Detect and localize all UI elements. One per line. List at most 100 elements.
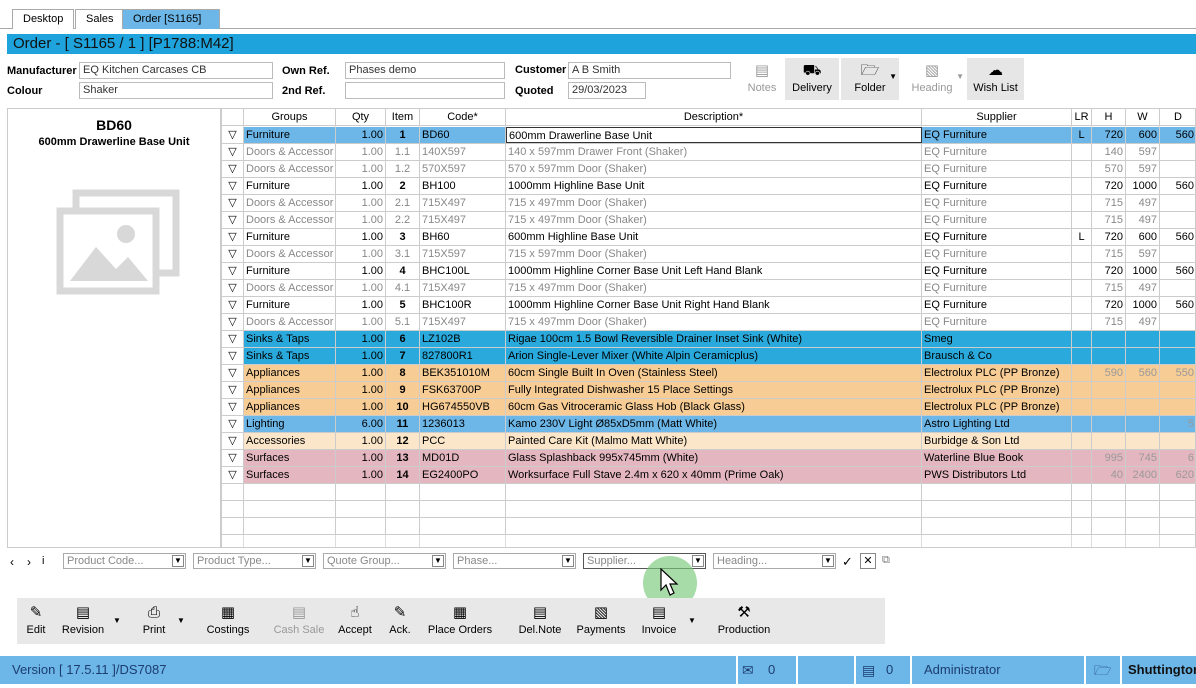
cell-i[interactable]: 14 [386, 467, 420, 483]
cell-s[interactable]: Electrolux PLC (PP Bronze) [922, 399, 1072, 415]
cell-d[interactable]: 1000mm Highline Corner Base Unit Right H… [506, 297, 922, 313]
cell-lr[interactable]: L [1072, 127, 1092, 143]
cell-d[interactable]: Kamo 230V Light Ø85xD5mm (Matt White) [506, 416, 922, 432]
table-row[interactable]: ▽ Sinks & Taps 1.00 7 827800R1 Arion Single-L… [222, 348, 1195, 365]
cell-h[interactable]: 570 [1092, 161, 1126, 177]
cell-c[interactable]: HG674550VB [420, 399, 506, 415]
print-dropdown-icon[interactable]: ▼ [177, 616, 185, 625]
cell-w[interactable]: 745 [1126, 450, 1160, 466]
cell-lr[interactable]: L [1072, 229, 1092, 245]
cell-w[interactable]: 2400 [1126, 467, 1160, 483]
next-icon[interactable]: › [27, 555, 31, 569]
colour-field[interactable]: Shaker [79, 82, 273, 99]
product-code-filter[interactable]: Product Code... ▼ [63, 553, 186, 569]
cell-d[interactable]: 60cm Single Built In Oven (Stainless Ste… [506, 365, 922, 381]
cell-dp[interactable] [1160, 195, 1195, 211]
header-d[interactable]: D [1160, 109, 1195, 126]
cell-q[interactable]: 1.00 [336, 399, 386, 415]
cell-d[interactable]: 1000mm Highline Base Unit [506, 178, 922, 194]
cell-g[interactable]: Surfaces [244, 450, 336, 466]
table-row[interactable]: ▽ Sinks & Taps 1.00 6 LZ102B Rigae 100cm 1.5 … [222, 331, 1195, 348]
cell-dp[interactable] [1160, 161, 1195, 177]
cell-q[interactable]: 1.00 [336, 382, 386, 398]
cell-s[interactable]: EQ Furniture [922, 178, 1072, 194]
cell-i[interactable]: 7 [386, 348, 420, 364]
cell-h[interactable]: 720 [1092, 229, 1126, 245]
cell-dp[interactable]: 620 [1160, 467, 1195, 483]
cell-g[interactable]: Sinks & Taps [244, 331, 336, 347]
notes-button[interactable]: ▤ Notes [743, 58, 781, 100]
cell-s[interactable]: EQ Furniture [922, 280, 1072, 296]
cell-w[interactable] [1126, 399, 1160, 415]
cell-d[interactable]: Arion Single-Lever Mixer (White Alpin Ce… [506, 348, 922, 364]
clear-filter-close-icon[interactable]: ✕ [860, 553, 876, 569]
cell-d[interactable]: Rigae 100cm 1.5 Bowl Reversible Drainer … [506, 331, 922, 347]
chevron-down-icon[interactable]: ▼ [432, 555, 444, 567]
cell-i[interactable]: 12 [386, 433, 420, 449]
cell-i[interactable]: 9 [386, 382, 420, 398]
cell-dp[interactable] [1160, 280, 1195, 296]
cell-h[interactable]: 995 [1092, 450, 1126, 466]
cell-lr[interactable] [1072, 450, 1092, 466]
cell-q[interactable]: 1.00 [336, 212, 386, 228]
cell-lr[interactable] [1072, 331, 1092, 347]
cell-s[interactable]: EQ Furniture [922, 212, 1072, 228]
cell-g[interactable]: Furniture [244, 297, 336, 313]
product-type-filter[interactable]: Product Type... ▼ [193, 553, 316, 569]
cell-dp[interactable] [1160, 314, 1195, 330]
cell-c[interactable]: BH60 [420, 229, 506, 245]
header-w[interactable]: W [1126, 109, 1160, 126]
chevron-down-icon[interactable]: ▼ [692, 555, 704, 567]
cell-i[interactable]: 11 [386, 416, 420, 432]
cell-c[interactable]: 140X597 [420, 144, 506, 160]
cell-s[interactable]: EQ Furniture [922, 297, 1072, 313]
table-row[interactable]: ▽ Doors & Accessor 1.00 1.2 570X597 570 x 597… [222, 161, 1195, 178]
table-row[interactable]: ▽ Appliances 1.00 10 HG674550VB 60cm Gas Vitr… [222, 399, 1195, 416]
table-row[interactable]: ▽ Surfaces 1.00 13 MD01D Glass Splashback 995… [222, 450, 1195, 467]
cell-c[interactable]: 715X497 [420, 195, 506, 211]
manufacturer-field[interactable]: EQ Kitchen Carcases CB [79, 62, 273, 79]
cell-g[interactable]: Appliances [244, 399, 336, 415]
accept-button[interactable]: ☝ Accept [334, 600, 376, 642]
edit-button[interactable]: ✎ Edit [20, 600, 52, 642]
cell-s[interactable]: Waterline Blue Book [922, 450, 1072, 466]
cell-s[interactable]: PWS Distributors Ltd [922, 467, 1072, 483]
cell-h[interactable] [1092, 399, 1126, 415]
cell-s[interactable]: EQ Furniture [922, 127, 1072, 143]
cell-h[interactable] [1092, 416, 1126, 432]
cell-i[interactable]: 3.1 [386, 246, 420, 262]
cell-c[interactable]: BHC100R [420, 297, 506, 313]
cell-i[interactable]: 10 [386, 399, 420, 415]
cell-dp[interactable]: 550 [1160, 365, 1195, 381]
cell-w[interactable] [1126, 348, 1160, 364]
cell-d[interactable]: 715 x 497mm Door (Shaker) [506, 280, 922, 296]
cell-w[interactable]: 497 [1126, 212, 1160, 228]
cell-dp[interactable]: 560 [1160, 127, 1195, 143]
cell-q[interactable]: 1.00 [336, 433, 386, 449]
cell-g[interactable]: Doors & Accessor [244, 212, 336, 228]
print-button[interactable]: ⎙ Print [138, 600, 170, 642]
cell-q[interactable]: 1.00 [336, 365, 386, 381]
cell-dp[interactable]: 6 [1160, 450, 1195, 466]
tab-desktop[interactable]: Desktop [12, 9, 75, 29]
cell-i[interactable]: 4 [386, 263, 420, 279]
cell-lr[interactable] [1072, 161, 1092, 177]
cell-lr[interactable] [1072, 178, 1092, 194]
cell-g[interactable]: Lighting [244, 416, 336, 432]
header-code[interactable]: Code* [420, 109, 506, 126]
customer-field[interactable]: A B Smith [568, 62, 731, 79]
cell-q[interactable]: 1.00 [336, 263, 386, 279]
cell-d[interactable]: 715 x 597mm Door (Shaker) [506, 246, 922, 262]
folder-icon[interactable]: 🗁 [1094, 656, 1111, 684]
cell-s[interactable]: EQ Furniture [922, 195, 1072, 211]
cell-d[interactable]: 715 x 497mm Door (Shaker) [506, 195, 922, 211]
table-row[interactable]: ▽ Doors & Accessor 1.00 2.1 715X497 715 x 497… [222, 195, 1195, 212]
cell-g[interactable]: Surfaces [244, 467, 336, 483]
copy-icon[interactable]: ⧉ [882, 554, 890, 567]
cell-lr[interactable] [1072, 416, 1092, 432]
cell-q[interactable]: 6.00 [336, 416, 386, 432]
prev-icon[interactable]: ‹ [10, 555, 14, 569]
placeorders-button[interactable]: ▦ Place Orders [424, 600, 496, 642]
cell-lr[interactable] [1072, 195, 1092, 211]
cell-h[interactable]: 715 [1092, 212, 1126, 228]
